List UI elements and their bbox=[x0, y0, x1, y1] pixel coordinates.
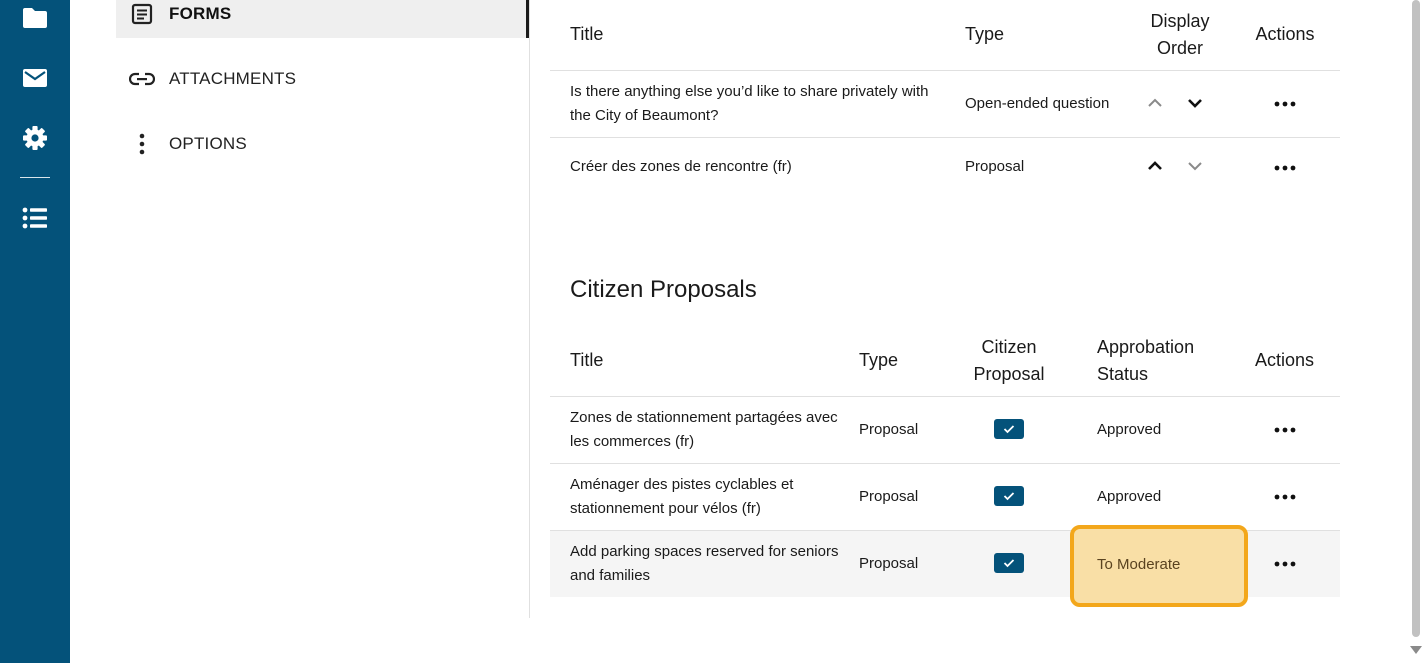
row-type: Open-ended question bbox=[945, 69, 1120, 137]
kebab-icon bbox=[128, 130, 156, 158]
more-actions-button[interactable] bbox=[1270, 552, 1300, 576]
more-horizontal-icon bbox=[1274, 165, 1296, 171]
list-icon[interactable] bbox=[20, 203, 50, 233]
link-icon bbox=[128, 65, 156, 93]
scrollbar-thumb[interactable] bbox=[1412, 0, 1420, 637]
more-actions-button[interactable] bbox=[1270, 485, 1300, 509]
subnav-item-attachments[interactable]: ATTACHMENTS bbox=[116, 55, 529, 103]
table-row: Aménager des pistes cyclables et station… bbox=[550, 462, 1340, 530]
row-status: Approved bbox=[1069, 395, 1229, 463]
check-icon bbox=[1003, 559, 1015, 568]
more-horizontal-icon bbox=[1274, 427, 1295, 433]
row-type: Proposal bbox=[945, 136, 1120, 197]
citizen-proposal-cell bbox=[949, 462, 1069, 530]
chevron-down-icon bbox=[1188, 162, 1202, 171]
citizen-proposal-checkbox[interactable] bbox=[994, 418, 1024, 439]
mail-icon[interactable] bbox=[20, 63, 50, 93]
folder-icon[interactable] bbox=[20, 3, 50, 33]
table-header-row: Title Type Citizen Proposal Approbation … bbox=[550, 326, 1340, 396]
citizen-proposal-checkbox[interactable] bbox=[994, 552, 1024, 573]
chevron-down-icon bbox=[1188, 98, 1202, 108]
row-title: Add parking spaces reserved for seniors … bbox=[550, 529, 839, 597]
column-header-approbation-status: Approbation Status bbox=[1097, 336, 1195, 384]
scroll-down-arrow-icon[interactable] bbox=[1410, 646, 1422, 654]
to-moderate-status-badge[interactable]: To Moderate bbox=[1070, 525, 1248, 607]
questions-table: Title Type Display Order Actions Is ther… bbox=[550, 0, 1340, 197]
table-row: Is there anything else you’d like to sha… bbox=[550, 69, 1340, 137]
more-horizontal-icon bbox=[1274, 561, 1295, 567]
row-type: Proposal bbox=[839, 529, 949, 597]
move-down-button[interactable] bbox=[1184, 92, 1206, 114]
subnav-item-forms[interactable]: FORMS bbox=[116, 0, 529, 38]
column-header-type: Type bbox=[965, 24, 1005, 45]
row-type: Proposal bbox=[839, 395, 949, 463]
subnav-item-label: ATTACHMENTS bbox=[169, 69, 297, 88]
subnav-item-options[interactable]: OPTIONS bbox=[116, 120, 529, 168]
column-header-actions: Actions bbox=[1255, 24, 1315, 45]
chevron-up-icon bbox=[1148, 98, 1162, 107]
row-status: To Moderate bbox=[1097, 556, 1181, 573]
column-header-title: Title bbox=[570, 350, 604, 371]
row-title: Zones de stationnement partagées avec le… bbox=[550, 395, 839, 463]
actions-cell bbox=[1229, 462, 1340, 530]
display-order-cell bbox=[1120, 136, 1230, 197]
column-header-citizen-proposal: Citizen Proposal bbox=[973, 336, 1045, 384]
more-actions-button[interactable] bbox=[1270, 418, 1300, 442]
citizen-proposal-cell bbox=[949, 395, 1069, 463]
column-header-display-order: Display Order bbox=[1150, 10, 1210, 58]
more-actions-button[interactable] bbox=[1270, 92, 1300, 116]
sub-navigation: FORMS ATTACHMENTS OPTIONS bbox=[116, 0, 530, 618]
row-title: Créer des zones de rencontre (fr) bbox=[550, 136, 945, 197]
subnav-item-label: OPTIONS bbox=[169, 134, 247, 153]
display-order-cell bbox=[1120, 69, 1230, 137]
citizen-proposal-checkbox[interactable] bbox=[994, 485, 1024, 506]
more-horizontal-icon bbox=[1274, 101, 1296, 107]
move-up-button[interactable] bbox=[1144, 155, 1166, 177]
form-icon bbox=[128, 0, 156, 28]
more-horizontal-icon bbox=[1274, 494, 1295, 500]
move-down-button[interactable] bbox=[1184, 155, 1206, 177]
column-header-type: Type bbox=[859, 350, 899, 371]
row-status: Approved bbox=[1069, 462, 1229, 530]
app-rail bbox=[0, 0, 70, 663]
actions-cell bbox=[1230, 69, 1340, 137]
table-row: Zones de stationnement partagées avec le… bbox=[550, 395, 1340, 463]
actions-cell bbox=[1229, 395, 1340, 463]
column-header-actions: Actions bbox=[1254, 350, 1315, 371]
column-header-title: Title bbox=[570, 24, 604, 45]
actions-cell bbox=[1230, 136, 1340, 197]
row-title: Is there anything else you’d like to sha… bbox=[550, 69, 945, 137]
rail-divider bbox=[20, 177, 50, 178]
vertical-scrollbar[interactable] bbox=[1408, 0, 1424, 663]
table-header-row: Title Type Display Order Actions bbox=[550, 0, 1340, 70]
row-title: Aménager des pistes cyclables et station… bbox=[550, 462, 839, 530]
check-icon bbox=[1003, 491, 1015, 500]
subnav-item-label: FORMS bbox=[169, 4, 232, 23]
chevron-up-icon bbox=[1148, 161, 1162, 171]
more-actions-button[interactable] bbox=[1270, 156, 1300, 180]
gear-icon[interactable] bbox=[20, 123, 50, 153]
row-type: Proposal bbox=[839, 462, 949, 530]
table-row: Créer des zones de rencontre (fr) Propos… bbox=[550, 136, 1340, 197]
check-icon bbox=[1003, 424, 1015, 433]
move-up-button[interactable] bbox=[1144, 92, 1166, 114]
section-title: Citizen Proposals bbox=[570, 276, 757, 303]
citizen-proposal-cell bbox=[949, 529, 1069, 597]
